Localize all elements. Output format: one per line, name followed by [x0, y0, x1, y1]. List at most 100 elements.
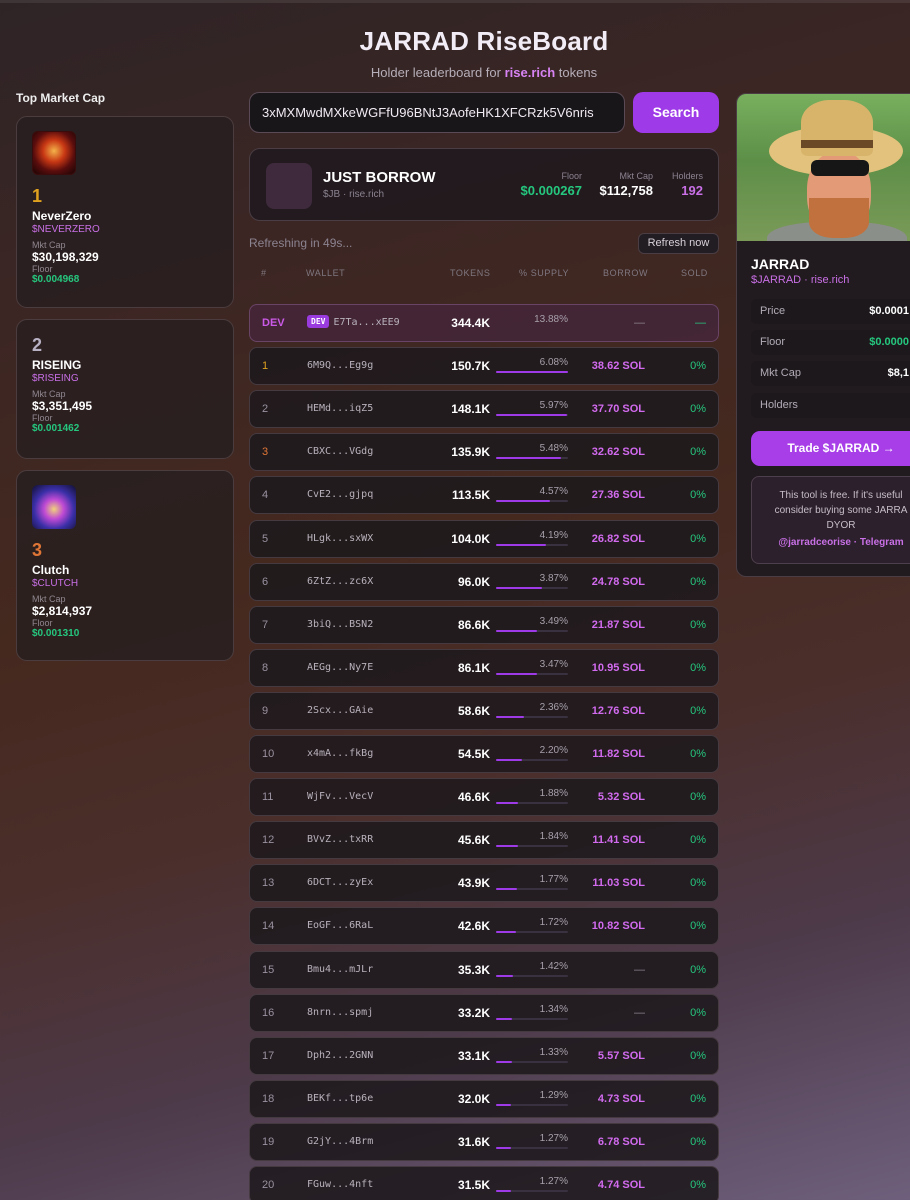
token-name: JUST BORROW: [323, 169, 436, 186]
row-rank: 5: [262, 533, 269, 545]
subtitle-link[interactable]: rise.rich: [505, 65, 556, 80]
col-header-rank: #: [261, 268, 267, 278]
card-rank: 3: [32, 540, 43, 560]
search-button[interactable]: Search: [633, 92, 719, 133]
table-row[interactable]: 10 x4mA...fkBg 54.5K 2.20% 11.82 SOL 0%: [249, 735, 719, 773]
table-row[interactable]: 9 2Scx...GAie 58.6K 2.36% 12.76 SOL 0%: [249, 692, 719, 730]
row-wallet[interactable]: CvE2...gjpq: [307, 477, 373, 513]
profile-stat-price: Price $0.0001: [751, 299, 910, 324]
market-cap-card[interactable]: 1 NeverZero $NEVERZERO Mkt Cap $30,198,3…: [16, 116, 234, 308]
row-borrow: 21.87 SOL: [591, 619, 645, 631]
row-wallet[interactable]: Bmu4...mJLr: [307, 952, 373, 988]
row-wallet[interactable]: HEMd...iqZ5: [307, 391, 373, 427]
row-wallet[interactable]: BEKf...tp6e: [307, 1081, 373, 1117]
trade-button[interactable]: Trade $JARRAD →: [751, 431, 910, 466]
wallet-address: CvE2...gjpq: [307, 489, 374, 500]
row-borrow: —: [634, 964, 645, 976]
row-wallet[interactable]: HLgk...sxWX: [307, 521, 373, 557]
row-wallet[interactable]: 6M9Q...Eg9g: [307, 348, 373, 384]
table-row[interactable]: 19 G2jY...4Brm 31.6K 1.27% 6.78 SOL 0%: [249, 1123, 719, 1161]
token-summary-card: JUST BORROW $JB · rise.rich Floor $0.000…: [249, 148, 719, 221]
row-rank: 3: [262, 446, 269, 458]
token-mktcap-stat: Mkt Cap $112,758: [599, 171, 653, 198]
row-sold: 0%: [690, 619, 706, 631]
row-wallet[interactable]: DEV E7Ta...xEE9: [307, 305, 400, 341]
table-row[interactable]: 13 6DCT...zyEx 43.9K 1.77% 11.03 SOL 0%: [249, 864, 719, 902]
row-wallet[interactable]: 8nrn...spmj: [307, 995, 373, 1031]
row-wallet[interactable]: WjFv...VecV: [307, 779, 373, 815]
table-row[interactable]: 8 AEGg...Ny7E 86.1K 3.47% 10.95 SOL 0%: [249, 649, 719, 687]
row-wallet[interactable]: 6DCT...zyEx: [307, 865, 373, 901]
table-row[interactable]: 5 HLgk...sxWX 104.0K 4.19% 26.82 SOL 0%: [249, 520, 719, 558]
card-mktcap: $3,351,495: [32, 399, 93, 413]
supply-bar: [496, 931, 568, 933]
row-tokens: 86.6K: [457, 618, 490, 632]
table-row[interactable]: 18 BEKf...tp6e 32.0K 1.29% 4.73 SOL 0%: [249, 1080, 719, 1118]
card-mktcap-label: Mkt Cap: [32, 594, 66, 604]
row-tokens: 33.1K: [457, 1049, 490, 1063]
table-row[interactable]: 2 HEMd...iqZ5 148.1K 5.97% 37.70 SOL 0%: [249, 390, 719, 428]
table-row[interactable]: 15 Bmu4...mJLr 35.3K 1.42% — 0%: [249, 951, 719, 989]
row-sold: 0%: [690, 748, 706, 760]
table-row[interactable]: 12 BVvZ...txRR 45.6K 1.84% 11.41 SOL 0%: [249, 821, 719, 859]
card-ticker: $RISEING: [32, 373, 79, 384]
card-floor: $0.001462: [32, 423, 80, 434]
table-row[interactable]: 4 CvE2...gjpq 113.5K 4.57% 27.36 SOL 0%: [249, 476, 719, 514]
row-supply: 4.57%: [539, 486, 568, 497]
row-sold: 0%: [690, 489, 706, 501]
supply-bar-fill: [496, 1147, 512, 1149]
table-row[interactable]: 16 8nrn...spmj 33.2K 1.34% — 0%: [249, 994, 719, 1032]
row-wallet[interactable]: BVvZ...txRR: [307, 822, 373, 858]
row-borrow: 24.78 SOL: [591, 576, 645, 588]
supply-bar-fill: [496, 1018, 512, 1020]
row-supply: 3.49%: [539, 616, 568, 627]
card-floor: $0.001310: [32, 628, 80, 639]
table-row[interactable]: 17 Dph2...2GNN 33.1K 1.33% 5.57 SOL 0%: [249, 1037, 719, 1075]
table-row[interactable]: 11 WjFv...VecV 46.6K 1.88% 5.32 SOL 0%: [249, 778, 719, 816]
row-borrow: 38.62 SOL: [591, 360, 645, 372]
table-row[interactable]: 14 EoGF...6RaL 42.6K 1.72% 10.82 SOL 0%: [249, 907, 719, 945]
stat-value: $0.0001: [869, 305, 909, 317]
card-floor: $0.004968: [32, 274, 80, 285]
wallet-address: WjFv...VecV: [307, 791, 374, 802]
row-tokens: 32.0K: [457, 1092, 490, 1106]
row-wallet[interactable]: CBXC...VGdg: [307, 434, 373, 470]
card-floor-label: Floor: [32, 413, 53, 423]
table-row[interactable]: 7 3biQ...BSN2 86.6K 3.49% 21.87 SOL 0%: [249, 606, 719, 644]
table-row-dev[interactable]: DEV DEV E7Ta...xEE9 344.4K 13.88% — —: [249, 304, 719, 342]
row-wallet[interactable]: 3biQ...BSN2: [307, 607, 373, 643]
row-wallet[interactable]: 6ZtZ...zc6X: [307, 564, 373, 600]
row-wallet[interactable]: x4mA...fkBg: [307, 736, 373, 772]
supply-bar: [496, 544, 568, 546]
market-cap-card[interactable]: 2 RISEING $RISEING Mkt Cap $3,351,495 Fl…: [16, 319, 234, 459]
row-wallet[interactable]: 2Scx...GAie: [307, 693, 373, 729]
token-floor-stat: Floor $0.000267: [521, 171, 582, 198]
row-supply: 2.20%: [539, 745, 568, 756]
table-row[interactable]: 6 6ZtZ...zc6X 96.0K 3.87% 24.78 SOL 0%: [249, 563, 719, 601]
floor-value: $0.000267: [520, 183, 582, 198]
row-rank: 12: [262, 834, 275, 846]
row-wallet[interactable]: Dph2...2GNN: [307, 1038, 373, 1074]
market-cap-card[interactable]: 3 Clutch $CLUTCH Mkt Cap $2,814,937 Floo…: [16, 470, 234, 661]
supply-bar-fill: [496, 587, 542, 589]
refresh-now-button[interactable]: Refresh now: [638, 233, 719, 254]
row-sold: 0%: [690, 446, 706, 458]
row-tokens: 86.1K: [457, 661, 490, 675]
row-wallet[interactable]: FGuw...4nft: [307, 1167, 373, 1200]
row-supply: 1.88%: [539, 788, 568, 799]
supply-bar: [496, 457, 568, 459]
table-row[interactable]: 3 CBXC...VGdg 135.9K 5.48% 32.62 SOL 0%: [249, 433, 719, 471]
table-row[interactable]: 1 6M9Q...Eg9g 150.7K 6.08% 38.62 SOL 0%: [249, 347, 719, 385]
row-wallet[interactable]: EoGF...6RaL: [307, 908, 373, 944]
row-wallet[interactable]: G2jY...4Brm: [307, 1124, 373, 1160]
row-sold: 0%: [690, 1093, 706, 1105]
table-row[interactable]: 20 FGuw...4nft 31.5K 1.27% 4.74 SOL 0%: [249, 1166, 719, 1200]
note-line: consider buying some JARRA: [774, 505, 908, 516]
row-wallet[interactable]: AEGg...Ny7E: [307, 650, 373, 686]
supply-bar-fill: [496, 630, 538, 632]
row-sold: 0%: [690, 877, 706, 889]
card-rank: 1: [32, 186, 43, 206]
wallet-address: 6DCT...zyEx: [307, 877, 374, 888]
social-links[interactable]: @jarradceorise · Telegram: [758, 535, 910, 550]
token-search-input[interactable]: 3xMXMwdMXkeWGFfU96BNtJ3AofeHK1XFCRzk5V6n…: [249, 92, 625, 133]
